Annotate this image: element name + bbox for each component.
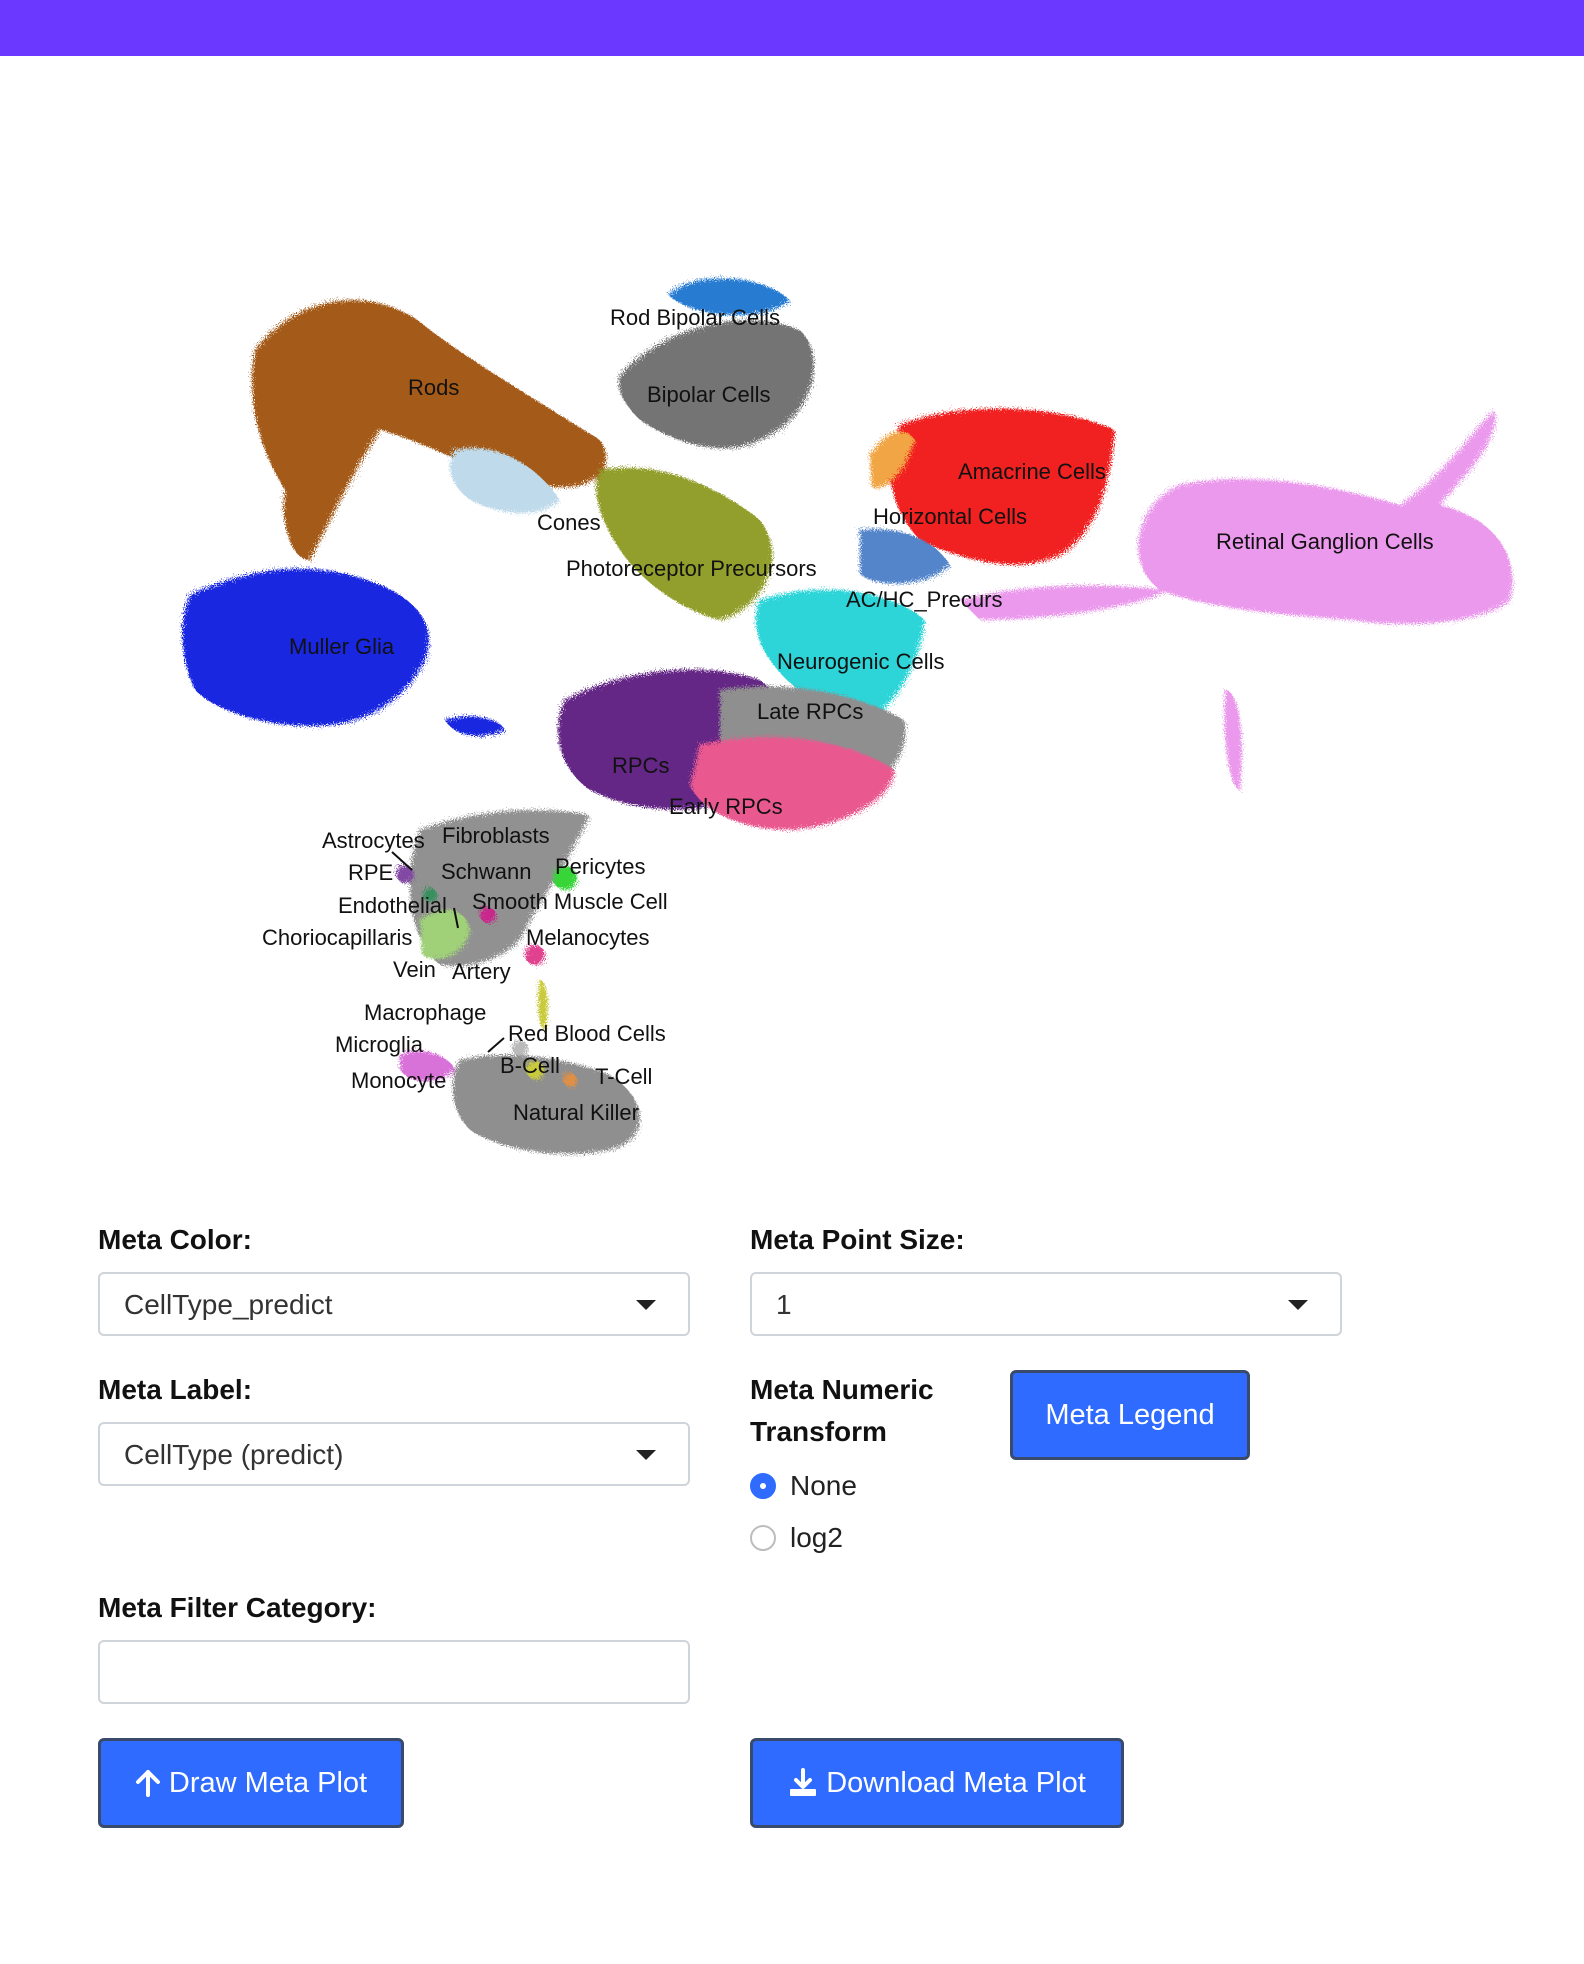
label-late-rpcs: Late RPCs — [757, 699, 863, 724]
label-neurogenic: Neurogenic Cells — [777, 649, 945, 674]
meta-point-size-label: Meta Point Size: — [750, 1224, 965, 1255]
filter-category-input[interactable] — [98, 1640, 690, 1704]
label-choriocapillaris: Choriocapillaris — [262, 925, 412, 950]
radio-log2[interactable]: log2 — [750, 1522, 843, 1554]
download-meta-plot-label: Download Meta Plot — [826, 1766, 1086, 1799]
label-schwann: Schwann — [441, 859, 532, 884]
arrow-up-icon — [135, 1770, 160, 1797]
meta-color-select[interactable]: CellType_predict — [98, 1272, 690, 1336]
label-amacrine: Amacrine Cells — [958, 459, 1106, 484]
label-cones: Cones — [537, 510, 601, 535]
label-rgc: Retinal Ganglion Cells — [1216, 529, 1434, 554]
label-vein: Vein — [393, 957, 436, 982]
meta-color-label: Meta Color: — [98, 1224, 252, 1255]
chevron-down-icon — [1288, 1300, 1308, 1310]
radio-none[interactable]: None — [750, 1470, 857, 1502]
label-endothelial: Endothelial — [338, 893, 447, 918]
label-melanocytes: Melanocytes — [526, 925, 650, 950]
radio-unselected-icon — [750, 1525, 776, 1551]
cluster-muller-small — [445, 716, 505, 736]
meta-label-select[interactable]: CellType (predict) — [98, 1422, 690, 1486]
cluster-tcell — [563, 1073, 577, 1087]
label-horizontal: Horizontal Cells — [873, 504, 1027, 529]
label-rods: Rods — [408, 375, 459, 400]
meta-point-size-select[interactable]: 1 — [750, 1272, 1342, 1336]
label-astrocytes: Astrocytes — [322, 828, 425, 853]
label-red-blood: Red Blood Cells — [508, 1021, 666, 1046]
label-fibroblasts: Fibroblasts — [442, 823, 550, 848]
umap-plot: Rod Bipolar Cells Rods Bipolar Cells Ama… — [0, 240, 1584, 1180]
cluster-photoreceptor-precursors — [596, 467, 773, 620]
radio-none-label: None — [790, 1470, 857, 1501]
meta-legend-label: Meta Legend — [1045, 1398, 1215, 1431]
label-pericytes: Pericytes — [555, 854, 645, 879]
label-tcell: T-Cell — [595, 1064, 652, 1089]
cluster-rgc-spur — [1224, 690, 1242, 790]
draw-meta-plot-button[interactable]: Draw Meta Plot — [98, 1738, 404, 1828]
label-early-rpcs: Early RPCs — [669, 794, 783, 819]
cluster-rgc — [1138, 410, 1513, 624]
label-rod-bipolar: Rod Bipolar Cells — [610, 305, 780, 330]
label-bipolar: Bipolar Cells — [647, 382, 771, 407]
chevron-down-icon — [636, 1300, 656, 1310]
numeric-transform-label-1: Meta Numeric — [750, 1374, 934, 1405]
radio-log2-label: log2 — [790, 1522, 843, 1553]
label-microglia: Microglia — [335, 1032, 424, 1057]
filter-category-label: Meta Filter Category: — [98, 1592, 377, 1623]
umap-scatter: Rod Bipolar Cells Rods Bipolar Cells Ama… — [182, 278, 1513, 1154]
download-meta-plot-button[interactable]: Download Meta Plot — [750, 1738, 1124, 1828]
chevron-down-icon — [636, 1450, 656, 1460]
label-rpcs: RPCs — [612, 753, 669, 778]
label-rpe: RPE — [348, 860, 393, 885]
top-bar — [0, 0, 1584, 56]
label-bcell: B-Cell — [500, 1053, 560, 1078]
label-smooth-muscle: Smooth Muscle Cell — [472, 889, 668, 914]
label-achc: AC/HC_Precurs — [846, 587, 1002, 612]
label-artery: Artery — [452, 959, 511, 984]
meta-color-value: CellType_predict — [124, 1289, 333, 1320]
label-nk: Natural Killer — [513, 1100, 639, 1125]
radio-selected-icon — [750, 1473, 776, 1499]
download-icon — [790, 1768, 817, 1796]
meta-label-value: CellType (predict) — [124, 1439, 344, 1470]
draw-meta-plot-label: Draw Meta Plot — [168, 1766, 368, 1799]
meta-legend-button[interactable]: Meta Legend — [1010, 1370, 1250, 1460]
label-muller: Muller Glia — [289, 634, 395, 659]
label-photoreceptor-precursors: Photoreceptor Precursors — [566, 556, 817, 581]
numeric-transform-label-2: Transform — [750, 1416, 887, 1447]
cluster-rpe — [396, 865, 414, 883]
label-monocyte: Monocyte — [351, 1068, 446, 1093]
meta-label-label: Meta Label: — [98, 1374, 253, 1405]
label-macrophage: Macrophage — [364, 1000, 486, 1025]
meta-point-size-value: 1 — [776, 1289, 792, 1320]
leader-line-red-blood — [487, 1037, 505, 1053]
